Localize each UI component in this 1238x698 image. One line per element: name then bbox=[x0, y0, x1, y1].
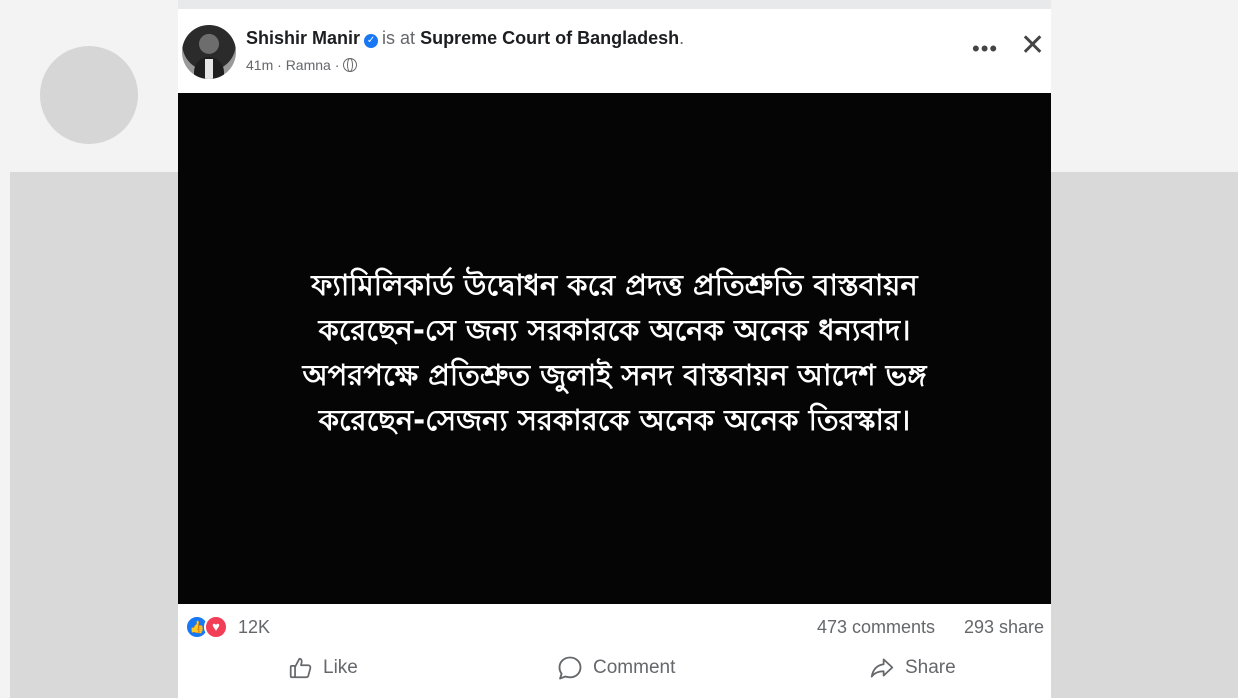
comments-count[interactable]: 473 comments bbox=[817, 617, 935, 638]
share-button[interactable]: Share bbox=[868, 647, 956, 689]
share-arrow-icon bbox=[870, 658, 894, 678]
post-location[interactable]: Ramna bbox=[286, 57, 331, 73]
image-text-line: অপরপক্ষে প্রতিশ্রুত জুলাই সনদ বাস্তবায়ন… bbox=[302, 358, 927, 392]
post-time[interactable]: 41m bbox=[246, 57, 273, 73]
verified-badge-icon: ✓ bbox=[364, 34, 379, 48]
share-label: Share bbox=[905, 657, 956, 678]
post-card: Shishir Manir ✓ is at Supreme Court of Ban… bbox=[178, 0, 1051, 698]
image-text-line: ফ্যামিলিকার্ড উদ্বোধন করে প্রদত্ত প্রতিশ… bbox=[311, 268, 918, 302]
shares-count[interactable]: 293 share bbox=[964, 617, 1051, 638]
post-image-text: ফ্যামিলিকার্ড উদ্বোধন করে প্রদত্ত প্রতিশ… bbox=[198, 263, 1031, 443]
more-options-button[interactable]: ••• bbox=[972, 36, 998, 62]
meta-separator: · bbox=[334, 57, 340, 73]
post-header: Shishir Manir ✓ is at Supreme Court of Ban… bbox=[178, 22, 1051, 82]
comment-bubble-icon bbox=[558, 656, 582, 680]
thumbs-up-icon bbox=[289, 657, 312, 679]
post-image[interactable]: ফ্যামিলিকার্ড উদ্বোধন করে প্রদত্ত প্রতিশ… bbox=[178, 93, 1051, 604]
checkin-label: is at bbox=[382, 28, 416, 48]
post-actions: Like Comment Share bbox=[178, 647, 1051, 689]
public-globe-icon bbox=[343, 58, 358, 72]
like-button[interactable]: Like bbox=[288, 647, 358, 689]
comment-label: Comment bbox=[593, 657, 676, 678]
comment-button[interactable]: Comment bbox=[556, 647, 675, 689]
background-avatar-blur bbox=[40, 46, 138, 144]
place-suffix: . bbox=[679, 28, 685, 48]
meta-separator: · bbox=[277, 57, 282, 73]
card-top-divider bbox=[178, 0, 1051, 9]
reaction-icons[interactable]: 👍 ♥ bbox=[185, 614, 235, 640]
post-meta: 41m · Ramna · bbox=[246, 57, 358, 73]
image-text-line: করেছেন-সে জন্য সরকারকে অনেক অনেক ধন্যবাদ… bbox=[318, 313, 911, 347]
reaction-count[interactable]: 12K bbox=[238, 617, 270, 638]
post-stats: 👍 ♥ 12K 473 comments 293 share bbox=[178, 612, 1051, 642]
checkin-place[interactable]: Supreme Court of Bangladesh bbox=[420, 28, 679, 48]
author-name[interactable]: Shishir Manir bbox=[246, 28, 360, 48]
close-button[interactable]: ✕ bbox=[1020, 31, 1045, 61]
like-label: Like bbox=[323, 657, 358, 678]
author-avatar[interactable] bbox=[182, 25, 236, 79]
author-line: Shishir Manir ✓ is at Supreme Court of Ban… bbox=[246, 28, 684, 49]
image-text-line: করেছেন-সেজন্য সরকারকে অনেক অনেক তিরস্কার… bbox=[318, 403, 911, 437]
avatar-shirt bbox=[205, 59, 213, 79]
love-reaction-icon: ♥ bbox=[204, 615, 228, 639]
